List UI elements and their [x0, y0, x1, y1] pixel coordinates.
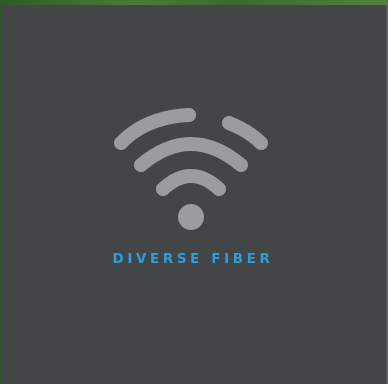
wifi-dot: [178, 204, 204, 230]
wifi-arc-outer-right: [222, 116, 268, 150]
wifi-arc-inner: [156, 169, 226, 196]
wifi-icon: [114, 108, 268, 230]
logo-card: DIVERSE FIBER: [1, 5, 388, 384]
brand-wordmark: DIVERSE FIBER: [112, 251, 274, 267]
wifi-arc-middle: [134, 137, 248, 172]
